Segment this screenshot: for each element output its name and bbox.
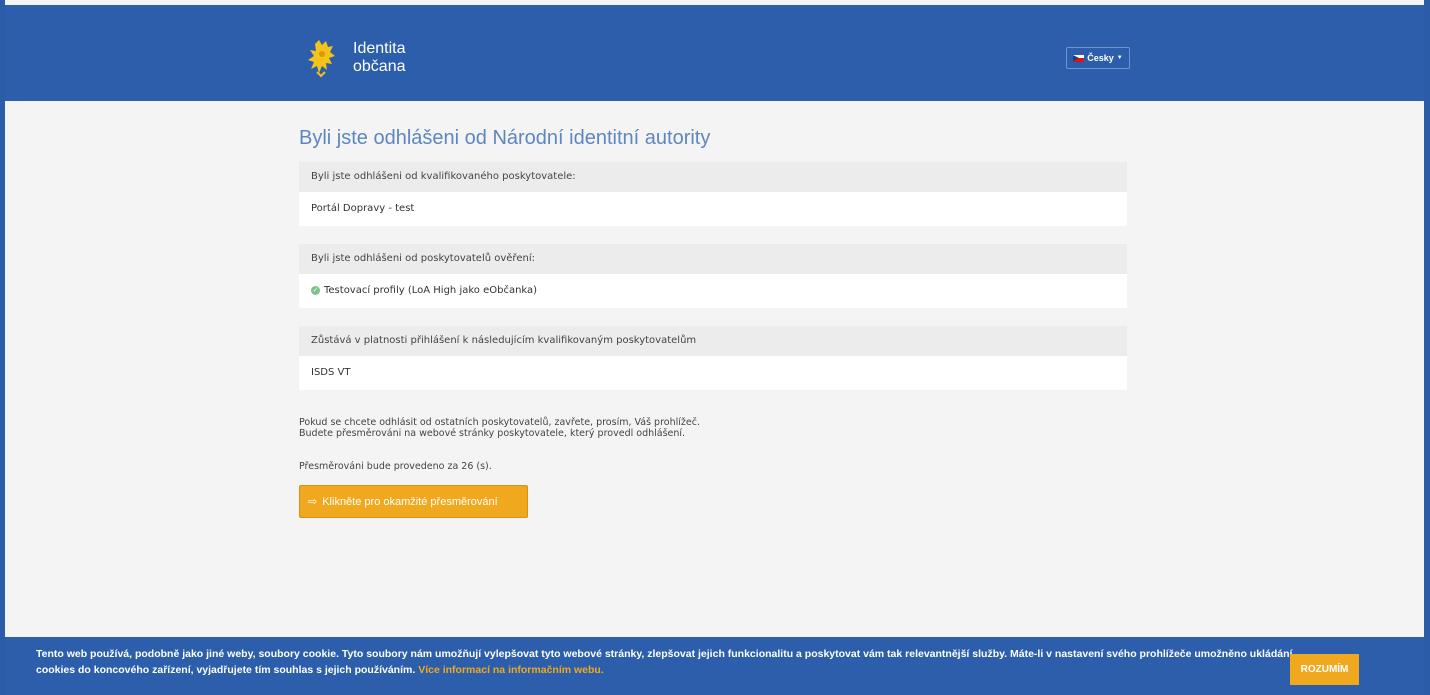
remaining-logins-panel: Zůstává v platnosti přihlášení k následu… [299, 326, 1127, 390]
logo-text: Identita občana [353, 40, 406, 76]
cookie-message: Tento web používá, podobně jako jiné web… [36, 646, 1326, 678]
cookie-consent-bar: Tento web používá, podobně jako jiné web… [5, 637, 1424, 695]
panel-heading: Byli jste odhlášeni od kvalifikovaného p… [299, 162, 1127, 192]
frame-border-left [0, 0, 5, 695]
panel-body: ISDS VT [299, 356, 1127, 390]
frame-border-right [1424, 0, 1430, 695]
site-logo[interactable]: Identita občana [305, 38, 406, 78]
logo-line-2: občana [353, 58, 406, 75]
redirect-button-label: Klikněte pro okamžité přesměrování [322, 495, 498, 508]
caret-down-icon: ▼ [1116, 55, 1123, 61]
panel-heading: Byli jste odhlášeni od poskytovatelů ově… [299, 244, 1127, 274]
language-select[interactable]: Česky ▼ [1066, 47, 1130, 69]
qualified-provider-panel: Byli jste odhlášeni od kvalifikovaného p… [299, 162, 1127, 226]
panel-body: Portál Dopravy - test [299, 192, 1127, 226]
info-line-2: Budete přesměrováni na webové stránky po… [299, 428, 686, 439]
panel-heading: Zůstává v platnosti přihlášení k následu… [299, 326, 1127, 356]
logout-info: Pokud se chcete odhlásit od ostatních po… [299, 417, 700, 439]
language-label: Česky [1087, 53, 1114, 63]
logout-content: Byli jste odhlášeni od Národní identitní… [299, 101, 1127, 518]
top-navbar: Identita občana Česky ▼ [5, 5, 1424, 101]
authentication-provider-panel: Byli jste odhlášeni od poskytovatelů ově… [299, 244, 1127, 308]
cookie-text: Tento web používá, podobně jako jiné web… [36, 648, 1293, 676]
cookie-info-link[interactable]: Více informací na informačním webu. [418, 664, 604, 676]
info-line-1: Pokud se chcete odhlásit od ostatních po… [299, 417, 700, 428]
redirect-countdown: Přesměrováni bude provedeno za 26 (s). [299, 461, 492, 472]
heraldic-lion-icon [308, 40, 335, 78]
logo-line-1: Identita [353, 40, 406, 57]
czech-flag-icon [1073, 54, 1085, 62]
cookie-accept-button[interactable]: ROZUMÍM [1290, 654, 1359, 685]
check-circle-icon: ✓ [311, 285, 320, 295]
panel-body: ✓ Testovací profily (LoA High jako eObčan… [299, 274, 1127, 308]
sign-out-icon: ⇨ [308, 496, 318, 508]
redirect-now-button[interactable]: ⇨ Klikněte pro okamžité přesměrování [299, 485, 528, 518]
page-title: Byli jste odhlášeni od Národní identitní… [299, 127, 711, 149]
provider-name: Testovací profily (LoA High jako eObčank… [324, 285, 538, 296]
